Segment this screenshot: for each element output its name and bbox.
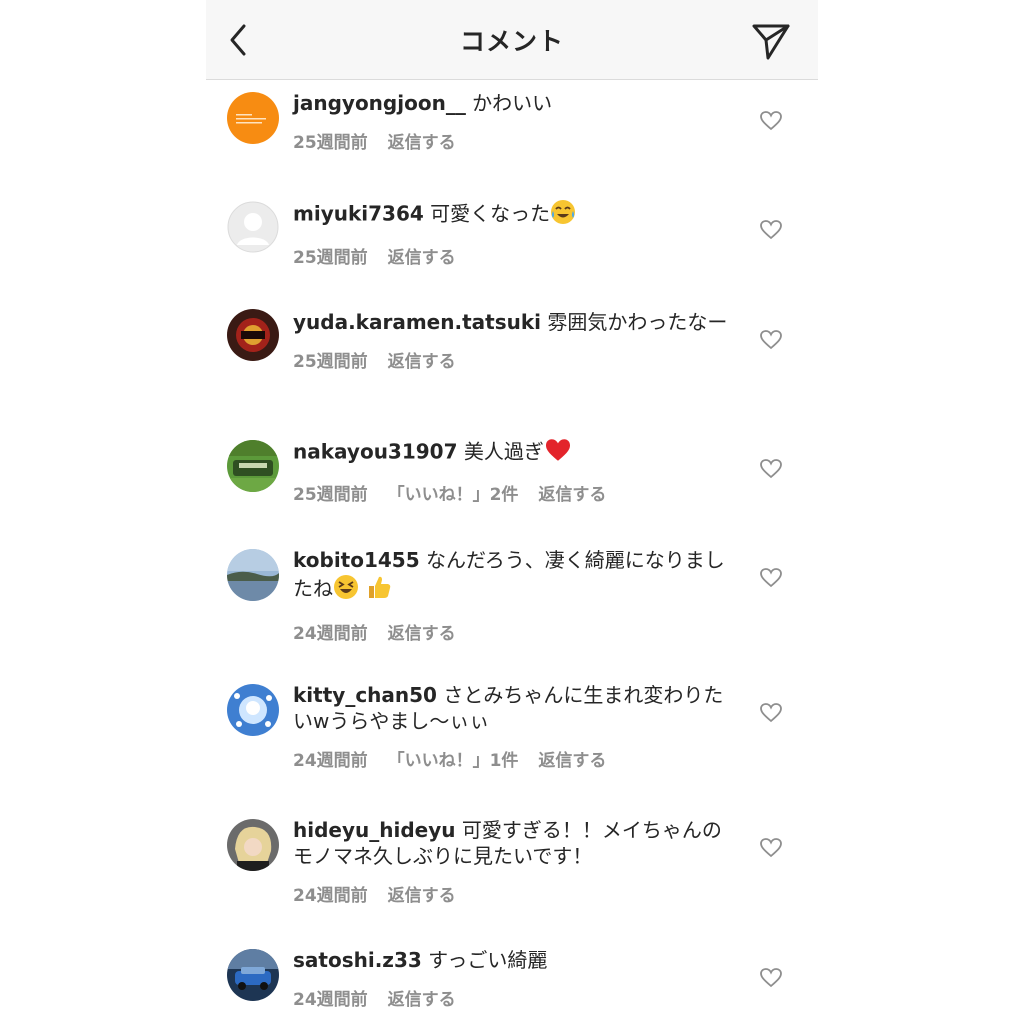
- phone-screen: コメント jangyongjoon__ かわいい 25週間前 返信する miyu…: [206, 0, 818, 1024]
- thumbs-up-emoji: [365, 573, 393, 607]
- heart-icon: [760, 568, 782, 588]
- reply-button[interactable]: 返信する: [388, 990, 456, 1010]
- comment-body: hideyu_hideyu 可愛すぎる！！メイちゃんのモノマネ久しぶりに見たいで…: [293, 817, 733, 906]
- reply-button[interactable]: 返信する: [388, 248, 456, 268]
- like-button[interactable]: [760, 968, 782, 988]
- heart-icon: [760, 838, 782, 858]
- comment-time: 24週間前: [293, 990, 368, 1010]
- comment-text: jangyongjoon__ かわいい: [293, 90, 733, 116]
- comment-meta: 24週間前 「いいね！」1件 返信する: [293, 746, 733, 771]
- comment-username[interactable]: miyuki7364: [293, 202, 424, 226]
- comment-body: satoshi.z33 すっごい綺麗 24週間前 返信する: [293, 947, 733, 1010]
- comment-text: yuda.karamen.tatsuki 雰囲気かわったなー: [293, 309, 733, 335]
- like-button[interactable]: [760, 838, 782, 858]
- comment-message: すっごい綺麗: [428, 948, 548, 972]
- comment-body: kobito1455 なんだろう、凄く綺麗になりましたね 24週間前 返信する: [293, 547, 733, 644]
- comment-text: kobito1455 なんだろう、凄く綺麗になりましたね: [293, 547, 733, 607]
- comment-time: 24週間前: [293, 886, 368, 906]
- avatar[interactable]: [227, 949, 279, 1001]
- comment-username[interactable]: kobito1455: [293, 548, 420, 572]
- comment-time: 24週間前: [293, 751, 368, 771]
- comment-username[interactable]: nakayou31907: [293, 440, 458, 464]
- heart-icon: [760, 703, 782, 723]
- comment-body: nakayou31907 美人過ぎ 25週間前 「いいね！」2件 返信する: [293, 438, 733, 505]
- page-title: コメント: [459, 27, 564, 56]
- comment-text: kitty_chan50 さとみちゃんに生まれ変わりたいwうらやまし〜ぃぃ: [293, 682, 733, 734]
- comment-meta: 24週間前 返信する: [293, 985, 733, 1010]
- user-avatar-image: [227, 819, 279, 871]
- comment-time: 25週間前: [293, 485, 368, 505]
- user-avatar-image: [227, 684, 279, 736]
- red-heart-emoji: [544, 438, 572, 468]
- user-avatar-image: [227, 949, 279, 1001]
- user-avatar-image: [227, 549, 279, 601]
- comment-message: かわいい: [472, 91, 553, 115]
- comment-body: miyuki7364 可愛くなった 25週間前 返信する: [293, 199, 733, 268]
- heart-icon: [760, 459, 782, 479]
- reply-button[interactable]: 返信する: [538, 751, 606, 771]
- comment-username[interactable]: yuda.karamen.tatsuki: [293, 310, 541, 334]
- avatar[interactable]: [227, 549, 279, 601]
- comment-body: jangyongjoon__ かわいい 25週間前 返信する: [293, 90, 733, 153]
- comment-meta: 25週間前 返信する: [293, 243, 733, 268]
- comment-meta: 24週間前 返信する: [293, 881, 733, 906]
- reply-button[interactable]: 返信する: [388, 352, 456, 372]
- comment-message: 美人過ぎ: [463, 439, 544, 464]
- default-avatar-icon: [227, 201, 279, 253]
- comment-username[interactable]: satoshi.z33: [293, 948, 422, 972]
- comment-text: nakayou31907 美人過ぎ: [293, 438, 733, 468]
- user-avatar-image: [227, 440, 279, 492]
- reply-button[interactable]: 返信する: [388, 133, 456, 153]
- grinning-squinting-face-emoji: [333, 574, 359, 606]
- reply-button[interactable]: 返信する: [388, 886, 456, 906]
- comment-time: 24週間前: [293, 624, 368, 644]
- comment-text: miyuki7364 可愛くなった: [293, 199, 733, 231]
- like-button[interactable]: [760, 330, 782, 350]
- comment-meta: 25週間前 返信する: [293, 128, 733, 153]
- comment-text: satoshi.z33 すっごい綺麗: [293, 947, 733, 973]
- reply-button[interactable]: 返信する: [388, 624, 456, 644]
- avatar[interactable]: [227, 201, 279, 253]
- like-button[interactable]: [760, 220, 782, 240]
- like-button[interactable]: [760, 111, 782, 131]
- comment-time: 25週間前: [293, 352, 368, 372]
- like-button[interactable]: [760, 703, 782, 723]
- comment-username[interactable]: kitty_chan50: [293, 683, 437, 707]
- comment-username[interactable]: jangyongjoon__: [293, 91, 466, 115]
- heart-icon: [760, 330, 782, 350]
- avatar[interactable]: [227, 309, 279, 361]
- comment-body: kitty_chan50 さとみちゃんに生まれ変わりたいwうらやまし〜ぃぃ 24…: [293, 682, 733, 771]
- heart-icon: [760, 968, 782, 988]
- comment-time: 25週間前: [293, 133, 368, 153]
- direct-message-button[interactable]: [750, 20, 792, 62]
- avatar[interactable]: [227, 684, 279, 736]
- comment-meta: 25週間前 「いいね！」2件 返信する: [293, 480, 733, 505]
- like-button[interactable]: [760, 459, 782, 479]
- user-avatar-image: [227, 92, 279, 144]
- avatar[interactable]: [227, 440, 279, 492]
- heart-icon: [760, 111, 782, 131]
- comment-meta: 24週間前 返信する: [293, 619, 733, 644]
- comment-body: yuda.karamen.tatsuki 雰囲気かわったなー 25週間前 返信す…: [293, 309, 733, 372]
- comment-message: 雰囲気かわったなー: [547, 310, 728, 334]
- avatar[interactable]: [227, 819, 279, 871]
- comment-username[interactable]: hideyu_hideyu: [293, 818, 456, 842]
- comment-message: 可愛くなった: [430, 201, 551, 226]
- heart-icon: [760, 220, 782, 240]
- avatar[interactable]: [227, 92, 279, 144]
- reply-button[interactable]: 返信する: [538, 485, 606, 505]
- comment-meta: 25週間前 返信する: [293, 347, 733, 372]
- comments-header: コメント: [206, 0, 818, 80]
- likes-count-link[interactable]: 「いいね！」2件: [388, 485, 519, 505]
- like-button[interactable]: [760, 568, 782, 588]
- likes-count-link[interactable]: 「いいね！」1件: [388, 751, 519, 771]
- comment-text: hideyu_hideyu 可愛すぎる！！メイちゃんのモノマネ久しぶりに見たいで…: [293, 817, 733, 869]
- paper-plane-icon: [752, 24, 790, 60]
- user-avatar-image: [227, 309, 279, 361]
- face-with-tears-of-joy-emoji: [550, 199, 576, 231]
- comment-time: 25週間前: [293, 248, 368, 268]
